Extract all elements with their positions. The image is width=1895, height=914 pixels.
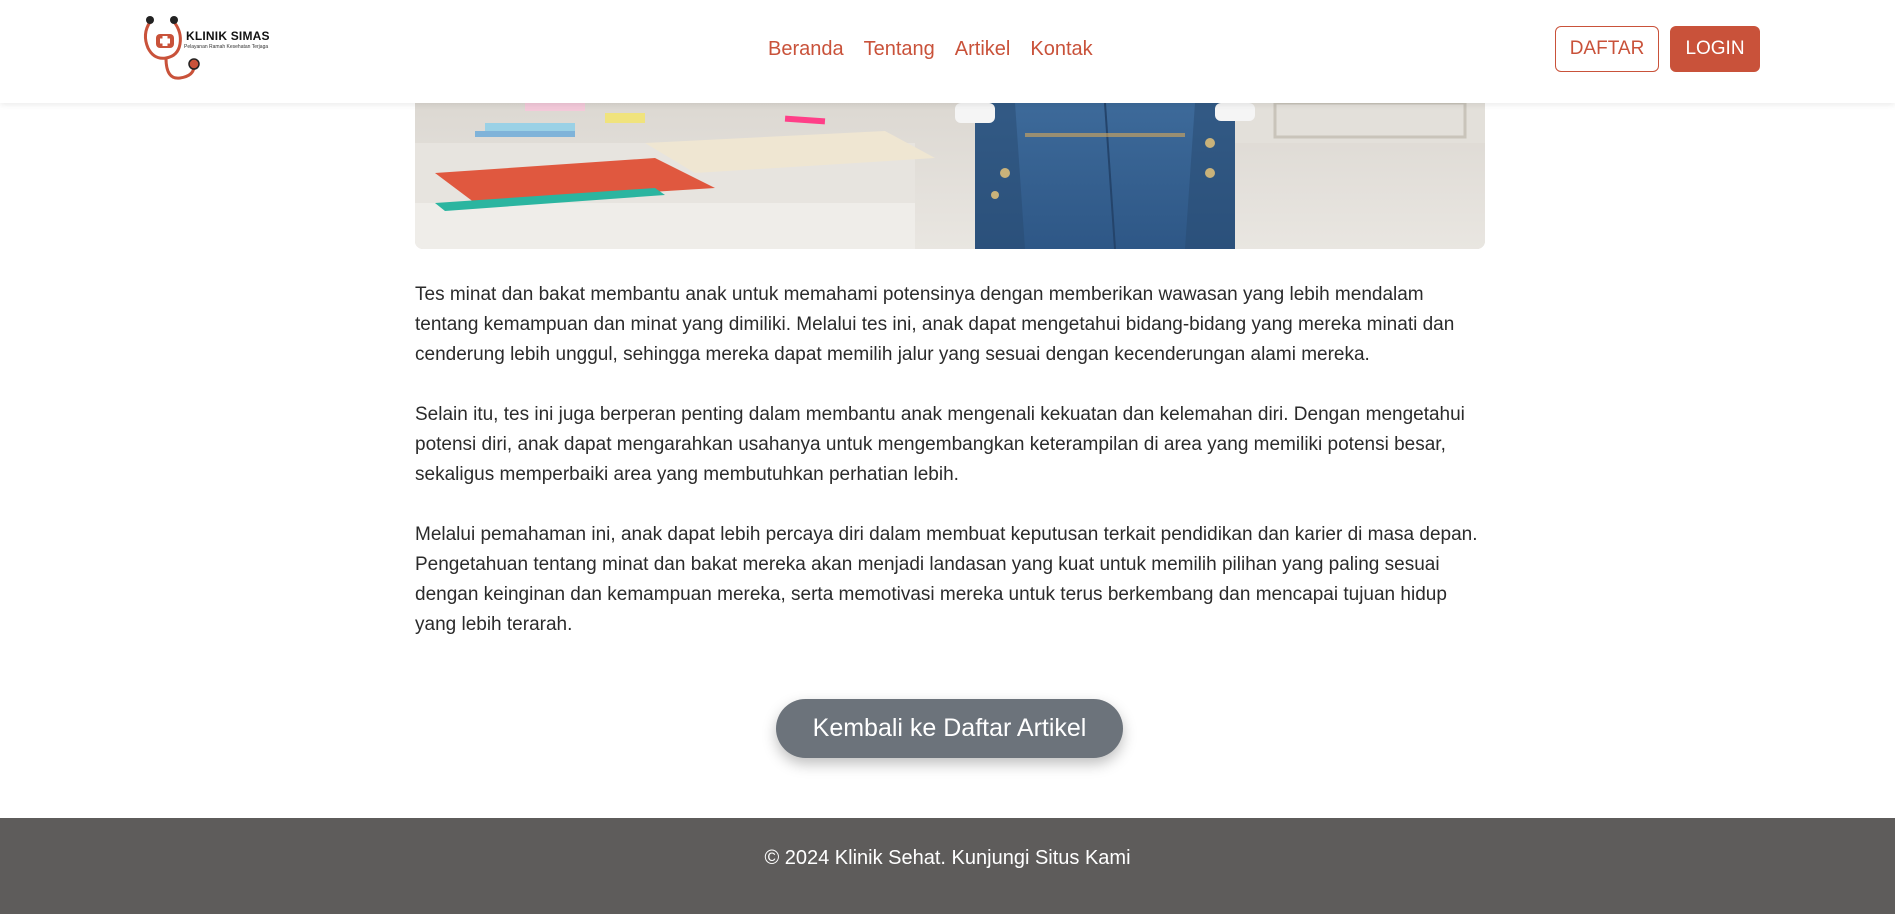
nav-item-artikel[interactable]: Artikel (955, 38, 1011, 61)
brand-tagline: Pelayanan Ramah Kesehatan Terjaga (184, 44, 269, 50)
brand-logo[interactable]: KLINIK SIMAS Pelayanan Ramah Kesehatan T… (140, 12, 290, 86)
nav-item-tentang[interactable]: Tentang (864, 38, 935, 61)
login-button[interactable]: LOGIN (1670, 26, 1760, 72)
daftar-button[interactable]: DAFTAR (1555, 26, 1659, 72)
back-to-articles-button[interactable]: Kembali ke Daftar Artikel (776, 699, 1123, 758)
article-body: Tes minat dan bakat membantu anak untuk … (415, 280, 1490, 670)
brand-name: KLINIK SIMAS (186, 29, 270, 43)
article-paragraph: Tes minat dan bakat membantu anak untuk … (415, 284, 1455, 365)
article-paragraph: Selain itu, tes ini juga berperan pentin… (415, 404, 1465, 485)
site-footer: © 2024 Klinik Sehat. Kunjungi Situs Kami (0, 818, 1895, 914)
footer-copyright: © 2024 Klinik Sehat. (764, 847, 946, 869)
site-header: KLINIK SIMAS Pelayanan Ramah Kesehatan T… (0, 0, 1895, 103)
article-paragraph: Melalui pemahaman ini, anak dapat lebih … (415, 524, 1478, 635)
article-image (415, 103, 1485, 249)
footer-text: © 2024 Klinik Sehat. Kunjungi Situs Kami (0, 847, 1895, 870)
nav-item-beranda[interactable]: Beranda (768, 38, 844, 61)
footer-site-link[interactable]: Kunjungi Situs Kami (952, 847, 1131, 869)
main-nav: Beranda Tentang Artikel Kontak (768, 38, 1093, 61)
nav-item-kontak[interactable]: Kontak (1030, 38, 1092, 61)
